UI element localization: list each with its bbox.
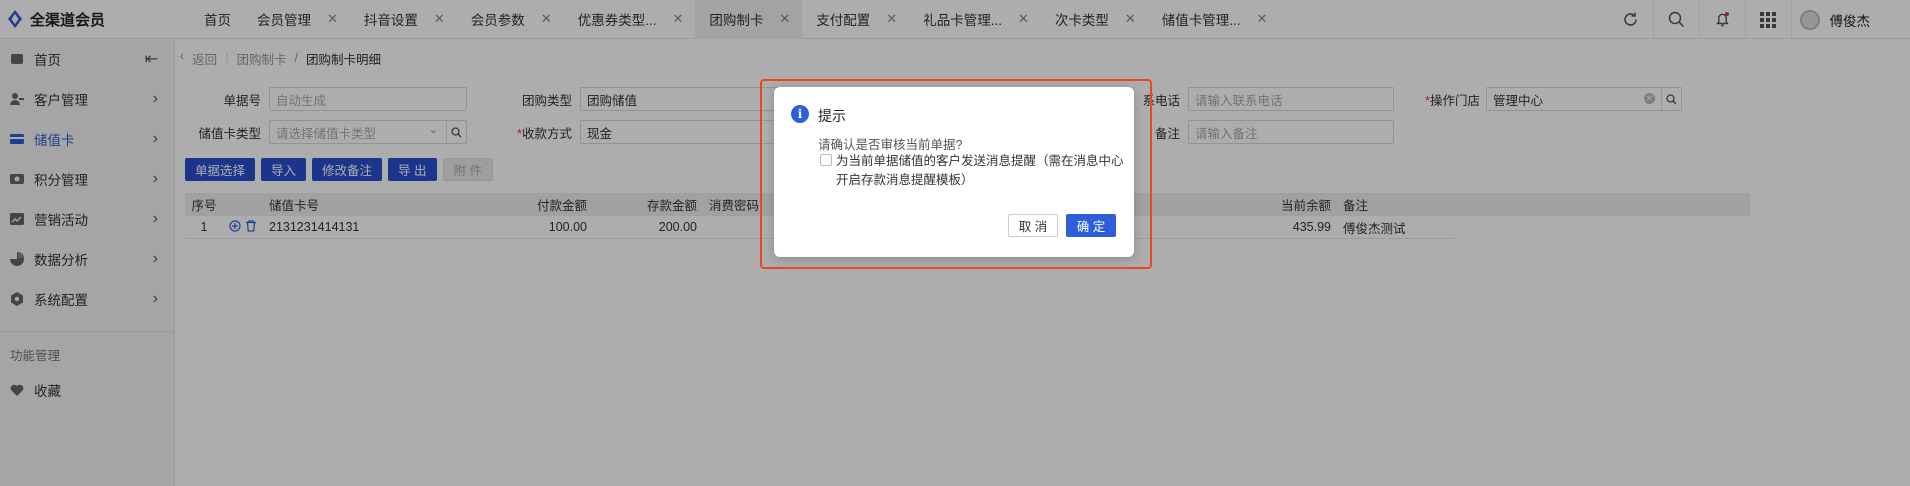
info-icon: i	[791, 105, 809, 123]
confirm-dialog: i 提示 请确认是否审核当前单据? 为当前单据储值的客户发送消息提醒（需在消息中…	[774, 87, 1134, 257]
notify-checkbox-label[interactable]: 为当前单据储值的客户发送消息提醒（需在消息中心开启存款消息提醒模板）	[836, 152, 1126, 190]
confirm-button[interactable]: 确 定	[1066, 214, 1116, 237]
dialog-title: 提示	[818, 108, 846, 124]
dialog-message: 请确认是否审核当前单据?	[818, 138, 963, 152]
notify-checkbox[interactable]	[820, 154, 832, 166]
cancel-button[interactable]: 取 消	[1008, 214, 1058, 237]
